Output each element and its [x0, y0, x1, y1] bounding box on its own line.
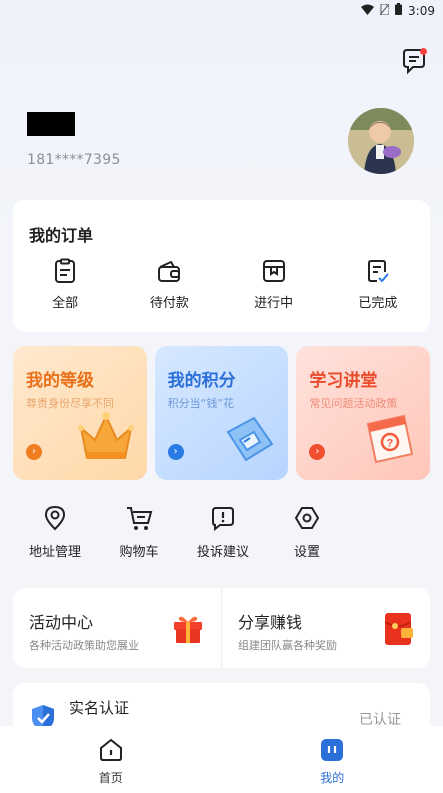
red-envelope-icon — [384, 612, 414, 650]
checked-doc-icon — [367, 260, 389, 283]
share-earn-button[interactable]: 分享赚钱 组建团队赢各种奖励 — [221, 588, 430, 668]
tile-my-points-title: 我的积分 — [167, 371, 236, 391]
cart-icon — [127, 507, 153, 530]
status-bar: 3:09 — [0, 0, 443, 22]
order-all-label: 全部 — [52, 296, 79, 311]
tools-row: 地址管理 购物车 投诉建议 设置 — [13, 505, 430, 565]
user-phone: 181****7395 — [27, 152, 121, 168]
orders-card: 我的订单 全部 待付款 进行中 已完成 — [13, 200, 430, 332]
location-pin-icon — [44, 505, 66, 531]
order-pending-payment-button[interactable]: 待付款 — [129, 258, 209, 311]
tab-mine-label: 我的 — [320, 771, 345, 785]
wifi-icon — [361, 4, 375, 18]
activity-center-button[interactable]: 活动中心 各种活动政策助您展业 — [13, 588, 221, 668]
order-pending-payment-label: 待付款 — [149, 296, 189, 311]
activity-center-subtitle: 各种活动政策助您展业 — [29, 639, 139, 652]
tile-my-level[interactable]: 我的等级 尊贵身份尽享不同 › — [13, 346, 147, 480]
tile-study-hall-title: 学习讲堂 — [309, 371, 378, 391]
promo-card: 活动中心 各种活动政策助您展业 分享赚钱 组建团队赢各种奖励 — [13, 588, 430, 668]
tab-mine[interactable]: 我的 — [222, 726, 443, 793]
tile-study-hall[interactable]: 学习讲堂 常见问题活动政策 › ? — [296, 346, 431, 480]
chevron-right-icon: › — [167, 444, 184, 460]
tile-my-points-subtitle: 积分当“钱”花 — [167, 397, 235, 410]
cart-label: 购物车 — [119, 545, 159, 560]
tile-my-level-title: 我的等级 — [26, 371, 94, 391]
crown-icon — [75, 408, 137, 470]
orders-title: 我的订单 — [29, 226, 94, 245]
chevron-right-icon: › — [26, 444, 42, 460]
share-earn-title: 分享赚钱 — [238, 613, 303, 632]
status-time: 3:09 — [408, 3, 435, 18]
home-icon — [99, 738, 122, 761]
order-all-button[interactable]: 全部 — [25, 258, 105, 311]
feedback-label: 投诉建议 — [196, 545, 249, 560]
profile-header: 181****7395 — [0, 100, 443, 180]
calendar-question-icon: ? — [360, 410, 420, 470]
tab-home[interactable]: 首页 — [0, 726, 222, 793]
settings-button[interactable]: 设置 — [265, 505, 349, 565]
settings-label: 设置 — [293, 545, 320, 560]
feature-tiles: 我的等级 尊贵身份尽享不同 › 我的积分 积分当“钱”花 › 学习讲堂 常见问题 — [13, 346, 431, 480]
address-management-button[interactable]: 地址管理 — [13, 505, 97, 565]
box-icon — [262, 260, 285, 282]
address-management-label: 地址管理 — [28, 545, 81, 560]
tile-study-hall-subtitle: 常见问题活动政策 — [309, 397, 398, 410]
order-completed-label: 已完成 — [358, 296, 398, 311]
cart-button[interactable]: 购物车 — [97, 505, 181, 565]
svg-text:?: ? — [387, 438, 394, 450]
share-earn-subtitle: 组建团队赢各种奖励 — [238, 639, 337, 652]
message-button[interactable] — [399, 46, 429, 76]
feedback-icon — [212, 507, 234, 531]
order-in-progress-button[interactable]: 进行中 — [234, 258, 314, 311]
settings-hexagon-icon — [294, 507, 320, 529]
order-completed-button[interactable]: 已完成 — [338, 258, 418, 311]
clipboard-icon — [55, 258, 76, 283]
redacted-username — [27, 112, 75, 136]
activity-center-title: 活动中心 — [29, 613, 94, 632]
battery-icon — [395, 3, 403, 18]
chevron-right-icon: › — [309, 444, 326, 460]
real-name-verify-title: 实名认证 — [69, 699, 130, 717]
tab-home-label: 首页 — [98, 771, 123, 785]
profile-icon — [321, 739, 344, 761]
gift-icon — [171, 612, 205, 648]
feedback-button[interactable]: 投诉建议 — [181, 505, 265, 565]
avatar[interactable] — [348, 108, 414, 174]
unread-dot — [420, 48, 427, 55]
bottom-tab-bar: 首页 我的 — [0, 726, 443, 793]
order-in-progress-label: 进行中 — [254, 296, 294, 311]
tile-my-points[interactable]: 我的积分 积分当“钱”花 › — [154, 346, 289, 480]
wallet-icon — [158, 260, 181, 282]
no-sim-icon — [379, 3, 390, 18]
points-card-icon — [220, 414, 278, 470]
